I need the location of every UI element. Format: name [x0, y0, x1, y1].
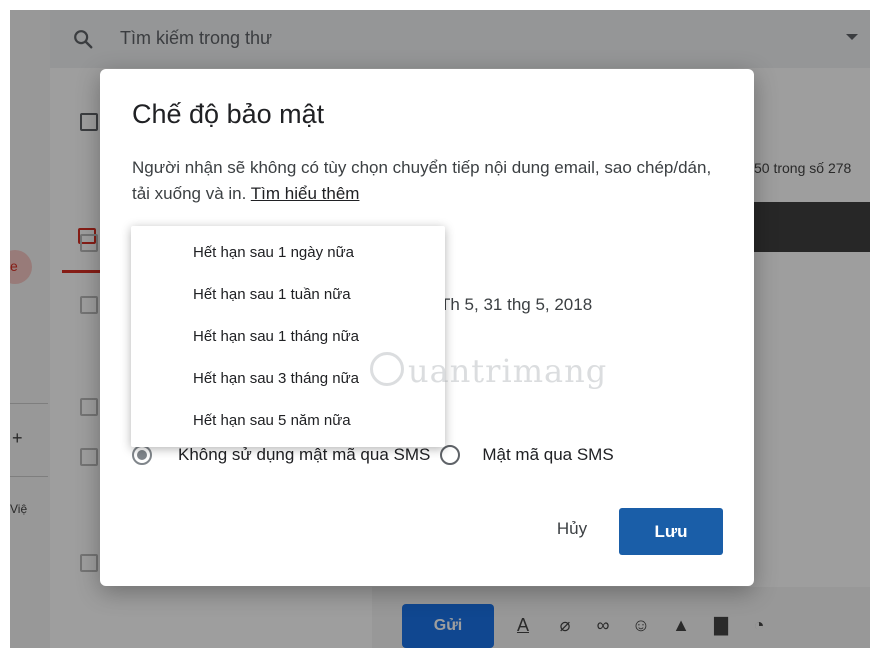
description-text: Người nhận sẽ không có tùy chọn chuyển t…: [132, 158, 712, 203]
sms-label[interactable]: Mật mã qua SMS: [482, 445, 613, 465]
watermark-text: uantrimang: [408, 352, 608, 390]
menu-item-expire-5-years[interactable]: Hết hạn sau 5 năm nữa: [193, 412, 351, 429]
expiration-dropdown-menu: Hết hạn sau 1 ngày nữa Hết hạn sau 1 tuầ…: [131, 226, 445, 447]
menu-item-expire-1-week[interactable]: Hết hạn sau 1 tuần nữa: [193, 286, 351, 303]
save-button[interactable]: Lưu: [619, 508, 723, 555]
dialog-title: Chế độ bảo mật: [132, 99, 325, 129]
cancel-button[interactable]: Hủy: [532, 519, 612, 545]
dialog-description: Người nhận sẽ không có tùy chọn chuyển t…: [132, 155, 722, 207]
watermark-logo-icon: [370, 352, 404, 386]
menu-item-expire-3-months[interactable]: Hết hạn sau 3 tháng nữa: [193, 370, 359, 387]
no-sms-label[interactable]: Không sử dụng mật mã qua SMS: [178, 445, 430, 465]
menu-item-expire-1-month[interactable]: Hết hạn sau 1 tháng nữa: [193, 328, 359, 345]
menu-item-expire-1-day[interactable]: Hết hạn sau 1 ngày nữa: [193, 244, 354, 261]
learn-more-link[interactable]: Tìm hiểu thêm: [251, 184, 360, 203]
sms-radio[interactable]: [440, 445, 461, 465]
no-sms-radio[interactable]: [132, 445, 152, 465]
watermark: uantrimang: [368, 348, 606, 398]
expiration-date: Th 5, 31 thg 5, 2018: [440, 295, 593, 314]
sms-passcode-options: Không sử dụng mật mã qua SMS Mật mã qua …: [132, 445, 614, 465]
